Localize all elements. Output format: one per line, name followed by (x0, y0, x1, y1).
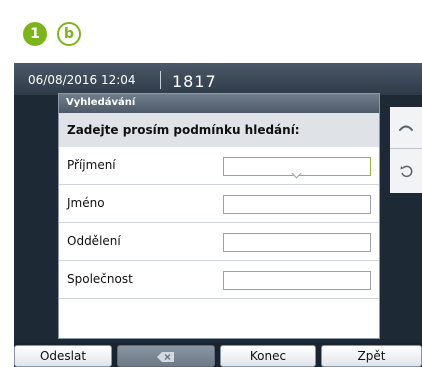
softkey-bar: Odeslat Konec Zpět (14, 343, 422, 367)
back-softkey[interactable]: Zpět (321, 345, 422, 367)
side-button-panel (390, 107, 422, 193)
status-separator (160, 71, 161, 89)
company-label: Společnost (67, 272, 133, 286)
back-icon[interactable] (390, 150, 422, 192)
search-dialog: Vyhledávání Zadejte prosím podmínku hled… (58, 93, 380, 339)
status-bar: 06/08/2016 12:04 1817 (14, 63, 422, 95)
company-input[interactable] (223, 271, 371, 290)
dialog-title: Vyhledávání (59, 94, 379, 113)
field-row-department: Oddělení (59, 223, 379, 261)
step-variant-badge: b (57, 22, 81, 46)
end-softkey[interactable]: Konec (220, 345, 316, 367)
backspace-icon (157, 351, 175, 362)
datetime-text: 06/08/2016 12:04 (28, 73, 136, 87)
department-input[interactable] (223, 233, 371, 252)
department-label: Oddělení (67, 234, 121, 248)
handset-icon[interactable] (390, 107, 422, 149)
dialog-prompt: Zadejte prosím podmínku hledání: (59, 113, 379, 147)
firstname-input[interactable] (223, 195, 371, 214)
field-row-surname: Příjmení (59, 147, 379, 185)
field-row-company: Společnost (59, 261, 379, 299)
firstname-label: Jméno (67, 196, 105, 210)
extension-number: 1817 (172, 72, 217, 91)
phone-screen: 06/08/2016 12:04 1817 Vyhledávání Zadejt… (14, 63, 422, 367)
backspace-softkey[interactable] (117, 345, 215, 367)
send-softkey[interactable]: Odeslat (14, 345, 112, 367)
field-row-firstname: Jméno (59, 185, 379, 223)
surname-label: Příjmení (67, 158, 116, 172)
step-number-badge: 1 (23, 22, 47, 46)
